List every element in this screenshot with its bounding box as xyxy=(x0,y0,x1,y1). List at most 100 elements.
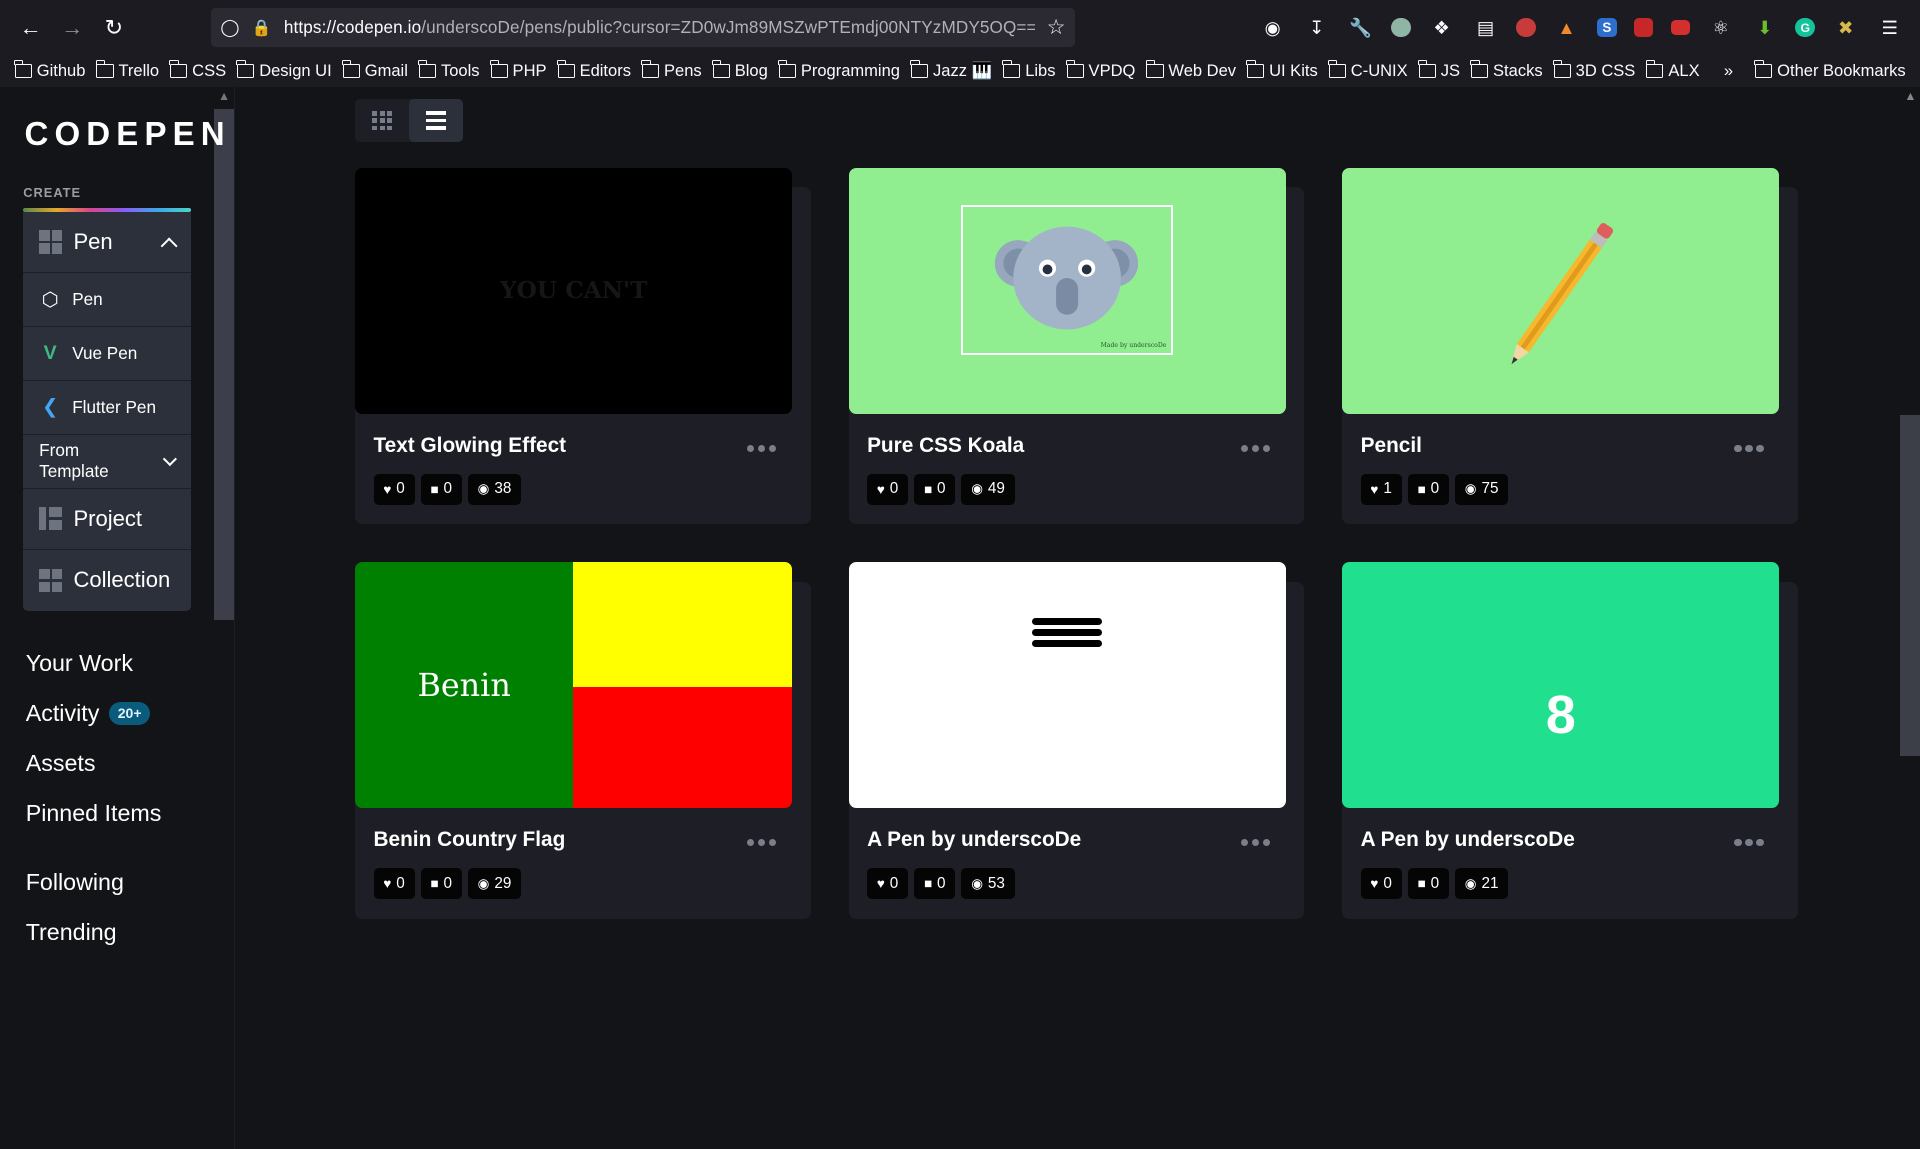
notes-icon[interactable]: ▤ xyxy=(1472,14,1499,41)
new-flutter-pen-item[interactable]: ❮ Flutter Pen xyxy=(23,381,191,435)
pen-title[interactable]: Pencil xyxy=(1361,434,1422,458)
comment-button[interactable]: ■0 xyxy=(914,868,955,899)
grid-view-button[interactable] xyxy=(355,99,409,142)
download-icon[interactable]: ↧ xyxy=(1303,14,1330,41)
views-button[interactable]: ◉49 xyxy=(961,474,1014,505)
pocket-icon[interactable]: ◉ xyxy=(1259,14,1286,41)
bookmark-item[interactable]: Tools xyxy=(419,61,480,81)
extension-s-icon[interactable]: S xyxy=(1597,18,1617,38)
bookmark-item[interactable]: Editors xyxy=(558,61,631,81)
pen-preview[interactable] xyxy=(1342,168,1779,414)
pen-preview[interactable]: Benin xyxy=(355,562,792,808)
comment-button[interactable]: ■0 xyxy=(914,474,955,505)
views-button[interactable]: ◉75 xyxy=(1455,474,1508,505)
extension-badge-icon[interactable] xyxy=(1671,20,1691,35)
reload-icon[interactable]: ↻ xyxy=(93,7,135,49)
wrench-icon[interactable]: 🔧 xyxy=(1347,14,1374,41)
pen-preview[interactable]: Made by underscoDe xyxy=(849,168,1286,414)
bookmark-item[interactable]: Libs xyxy=(1003,61,1055,81)
sidebar-item-pinned[interactable]: Pinned Items xyxy=(26,789,162,839)
comment-button[interactable]: ■0 xyxy=(421,474,462,505)
like-button[interactable]: ♥0 xyxy=(867,474,908,505)
extension-arrow-icon[interactable]: ⬇ xyxy=(1751,14,1778,41)
pen-title[interactable]: Text Glowing Effect xyxy=(374,434,567,458)
menu-icon[interactable]: ☰ xyxy=(1876,14,1903,41)
extension-tools-icon[interactable]: ✖ xyxy=(1832,14,1859,41)
bookmark-item[interactable]: UI Kits xyxy=(1247,61,1318,81)
sidebar-item-following[interactable]: Following xyxy=(26,857,162,907)
more-options-icon[interactable] xyxy=(1734,839,1763,846)
bookmark-item[interactable]: Gmail xyxy=(343,61,408,81)
extension-shield-icon[interactable] xyxy=(1516,18,1536,38)
bookmark-item[interactable]: Blog xyxy=(713,61,768,81)
extension-pdf-icon[interactable] xyxy=(1634,18,1654,38)
sidebar-item-assets[interactable]: Assets xyxy=(26,738,162,788)
views-button[interactable]: ◉53 xyxy=(961,868,1014,899)
star-icon[interactable]: ☆ xyxy=(1047,15,1066,40)
bookmark-item[interactable]: C-UNIX xyxy=(1329,61,1408,81)
more-options-icon[interactable] xyxy=(1241,839,1270,846)
bookmark-item[interactable]: Github xyxy=(15,61,86,81)
lock-icon[interactable]: 🔒 xyxy=(252,18,272,38)
sidebar-scrollbar[interactable] xyxy=(214,109,234,620)
bookmark-item[interactable]: JS xyxy=(1419,61,1460,81)
bookmark-item[interactable]: Design UI xyxy=(237,61,332,81)
new-vue-pen-item[interactable]: V Vue Pen xyxy=(23,327,191,381)
bookmarks-overflow[interactable]: » xyxy=(1724,61,1733,81)
scroll-up-arrow-icon[interactable]: ▲ xyxy=(218,89,230,103)
like-button[interactable]: ♥0 xyxy=(867,868,908,899)
views-button[interactable]: ◉38 xyxy=(468,474,521,505)
bookmark-item[interactable]: Jazz 🎹 xyxy=(911,61,992,81)
url-bar[interactable]: ◯ 🔒 https://codepen.io/underscoDe/pens/p… xyxy=(211,8,1076,47)
shield-icon[interactable]: ◯ xyxy=(220,17,239,38)
more-options-icon[interactable] xyxy=(747,445,776,452)
react-icon[interactable]: ⚛ xyxy=(1707,14,1734,41)
more-options-icon[interactable] xyxy=(1734,445,1763,452)
codepen-logo[interactable]: CODEPEN xyxy=(24,116,230,154)
extension-fox-icon[interactable]: ▲ xyxy=(1553,14,1580,41)
from-template-item[interactable]: From Template xyxy=(23,435,191,489)
extension-bird-icon[interactable]: ❖ xyxy=(1428,14,1455,41)
bookmark-item[interactable]: Pens xyxy=(642,61,702,81)
bookmark-item[interactable]: 3D CSS xyxy=(1554,61,1636,81)
pen-title[interactable]: Pure CSS Koala xyxy=(867,434,1024,458)
new-project-item[interactable]: Project xyxy=(23,489,191,550)
sidebar-item-activity[interactable]: Activity 20+ xyxy=(26,688,162,738)
bookmark-item[interactable]: Stacks xyxy=(1471,61,1543,81)
bookmark-item[interactable]: Trello xyxy=(96,61,159,81)
sidebar-item-trending[interactable]: Trending xyxy=(26,907,162,957)
more-options-icon[interactable] xyxy=(1241,445,1270,452)
views-button[interactable]: ◉29 xyxy=(468,868,521,899)
new-collection-item[interactable]: Collection xyxy=(23,550,191,611)
url-text[interactable]: https://codepen.io/underscoDe/pens/publi… xyxy=(284,17,1035,38)
views-button[interactable]: ◉21 xyxy=(1455,868,1508,899)
grammarly-icon[interactable]: G xyxy=(1795,18,1815,38)
like-button[interactable]: ♥0 xyxy=(374,474,415,505)
bookmark-item[interactable]: Programming xyxy=(779,61,900,81)
new-pen-item[interactable]: ⬡ Pen xyxy=(23,273,191,327)
like-button[interactable]: ♥1 xyxy=(1361,474,1402,505)
forward-icon[interactable]: → xyxy=(51,7,93,49)
bookmark-item[interactable]: ALX xyxy=(1646,61,1699,81)
page-scroll-up-icon[interactable]: ▲ xyxy=(1904,89,1916,103)
bookmark-item[interactable]: CSS xyxy=(170,61,226,81)
list-view-button[interactable] xyxy=(409,99,463,142)
pen-title[interactable]: Benin Country Flag xyxy=(374,828,566,852)
pen-title[interactable]: A Pen by underscoDe xyxy=(1361,828,1575,852)
pen-preview[interactable] xyxy=(849,562,1286,808)
like-button[interactable]: ♥0 xyxy=(374,868,415,899)
bookmark-item[interactable]: Web Dev xyxy=(1146,61,1236,81)
like-button[interactable]: ♥0 xyxy=(1361,868,1402,899)
comment-button[interactable]: ■0 xyxy=(1408,474,1449,505)
comment-button[interactable]: ■0 xyxy=(421,868,462,899)
pen-preview[interactable]: YOU CAN'T xyxy=(355,168,792,414)
sidebar-item-your-work[interactable]: Your Work xyxy=(26,638,162,688)
bookmark-item[interactable]: PHP xyxy=(491,61,547,81)
more-options-icon[interactable] xyxy=(747,839,776,846)
extension-globe-icon[interactable] xyxy=(1391,18,1411,38)
back-icon[interactable]: ← xyxy=(10,7,52,49)
pen-preview[interactable]: 8 xyxy=(1342,562,1779,808)
other-bookmarks[interactable]: Other Bookmarks xyxy=(1755,61,1906,81)
pen-title[interactable]: A Pen by underscoDe xyxy=(867,828,1081,852)
bookmark-item[interactable]: VPDQ xyxy=(1067,61,1136,81)
